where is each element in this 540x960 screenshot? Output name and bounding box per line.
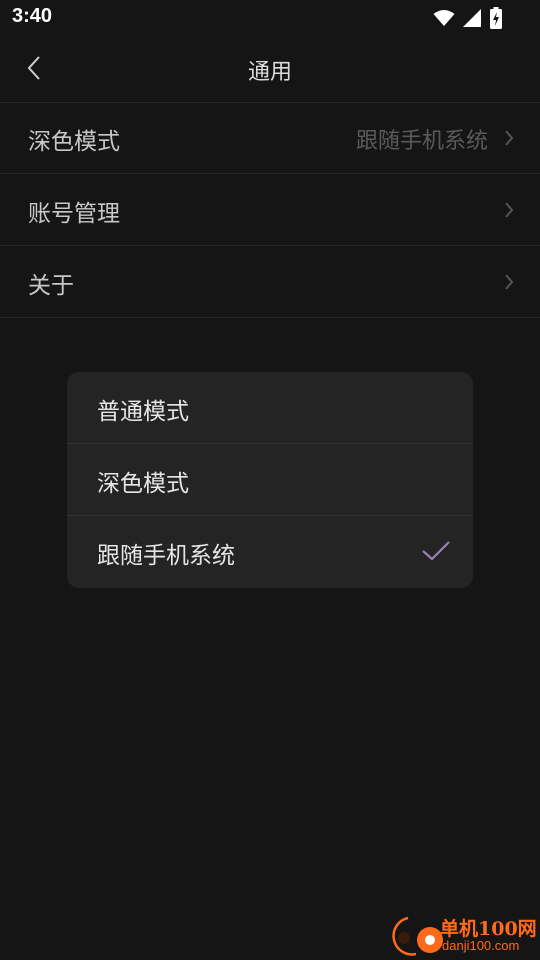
option-dark-mode[interactable]: 深色模式 <box>67 444 473 516</box>
app-screen: 3:40 通用 深色模式 跟随手机系统 账号管理 关于 普通模式 深色模式 跟随… <box>0 0 540 960</box>
watermark-logo-icon <box>386 914 446 958</box>
chevron-right-icon <box>502 272 516 292</box>
settings-list: 深色模式 跟随手机系统 账号管理 关于 <box>0 102 540 318</box>
watermark: 单机100网 danji100.com <box>386 914 537 958</box>
watermark-domain: danji100.com <box>442 938 520 953</box>
option-label: 普通模式 <box>97 399 189 425</box>
option-normal-mode[interactable]: 普通模式 <box>67 372 473 444</box>
settings-row-dark-mode[interactable]: 深色模式 跟随手机系统 <box>0 102 540 174</box>
row-value: 跟随手机系统 <box>355 129 488 154</box>
wifi-icon <box>433 9 455 27</box>
option-label: 跟随手机系统 <box>97 543 235 569</box>
app-header: 通用 <box>0 36 540 103</box>
page-title: 通用 <box>247 60 292 85</box>
cellular-signal-icon <box>463 9 482 27</box>
row-label: 关于 <box>28 273 74 299</box>
status-icons <box>433 7 502 29</box>
row-label: 账号管理 <box>28 201 120 227</box>
option-label: 深色模式 <box>97 471 189 497</box>
status-bar: 3:40 <box>0 0 540 36</box>
settings-row-account[interactable]: 账号管理 <box>0 174 540 246</box>
checkmark-icon <box>421 540 451 562</box>
battery-charging-icon <box>490 7 502 29</box>
status-time: 3:40 <box>12 5 53 27</box>
chevron-right-icon <box>502 200 516 220</box>
dark-mode-dialog: 普通模式 深色模式 跟随手机系统 <box>67 372 473 588</box>
row-label: 深色模式 <box>28 129 120 155</box>
settings-row-about[interactable]: 关于 <box>0 246 540 318</box>
option-follow-system[interactable]: 跟随手机系统 <box>67 516 473 587</box>
watermark-name: 单机100网 <box>440 918 537 940</box>
chevron-right-icon <box>502 128 516 148</box>
